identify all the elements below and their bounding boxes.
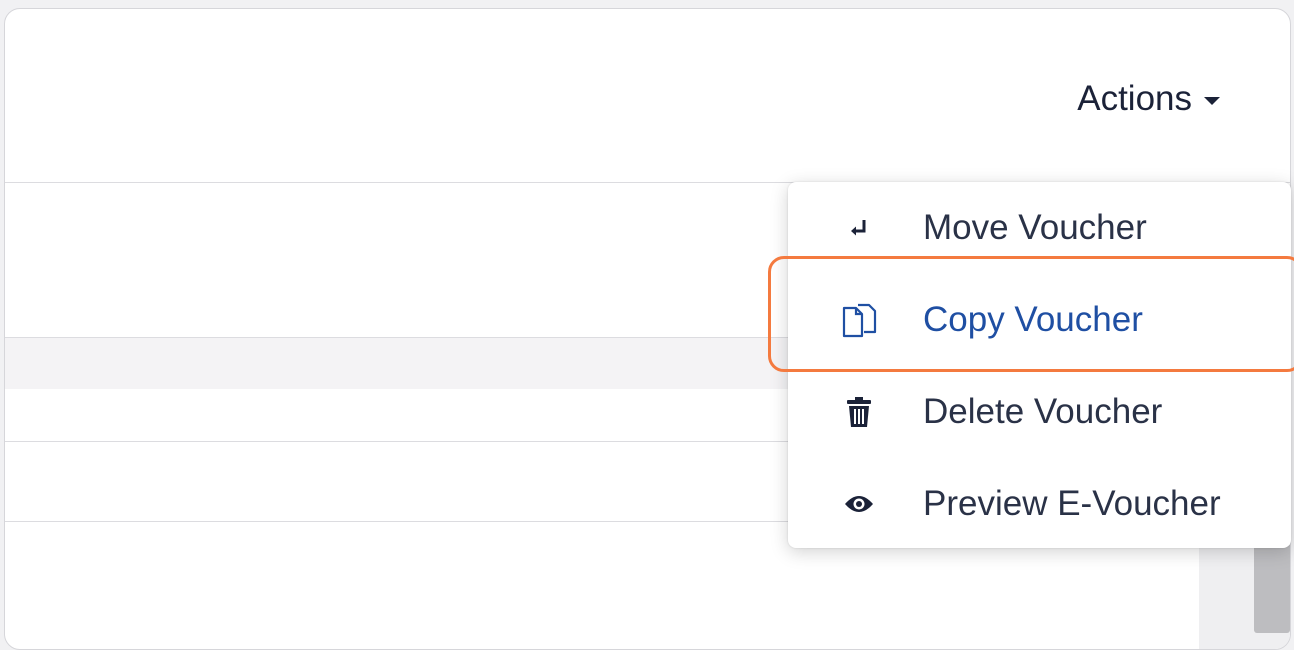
actions-dropdown-button[interactable]: Actions: [1077, 69, 1220, 129]
trash-icon: [841, 394, 877, 430]
actions-menu: Move Voucher Copy Voucher Delete Voucher: [788, 182, 1291, 548]
menu-item-label: Move Voucher: [923, 208, 1147, 247]
eye-icon: [841, 486, 877, 522]
actions-label: Actions: [1077, 79, 1192, 118]
menu-item-label: Preview E-Voucher: [923, 484, 1221, 523]
menu-item-label: Delete Voucher: [923, 392, 1163, 431]
menu-item-move-voucher[interactable]: Move Voucher: [788, 182, 1291, 274]
menu-item-label: Copy Voucher: [923, 300, 1143, 339]
menu-item-copy-voucher[interactable]: Copy Voucher: [788, 274, 1291, 366]
menu-item-delete-voucher[interactable]: Delete Voucher: [788, 366, 1291, 458]
scrollbar-thumb[interactable]: [1254, 543, 1290, 633]
move-icon: [841, 210, 877, 246]
copy-icon: [841, 302, 877, 338]
caret-down-icon: [1204, 97, 1220, 105]
menu-item-preview-evoucher[interactable]: Preview E-Voucher: [788, 458, 1291, 550]
